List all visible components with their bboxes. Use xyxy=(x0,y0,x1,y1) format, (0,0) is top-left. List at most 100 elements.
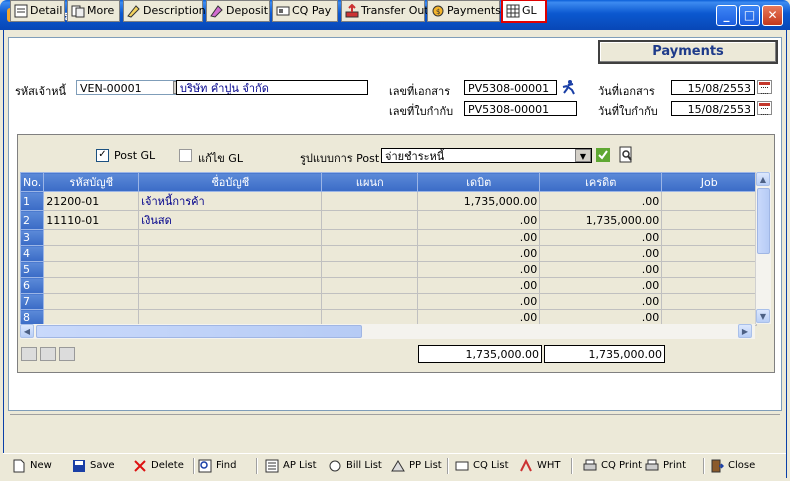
column-header[interactable]: ชื่อบัญชี xyxy=(138,172,323,192)
job-cell[interactable] xyxy=(661,245,758,262)
column-header[interactable]: รหัสบัญชี xyxy=(43,172,140,192)
debit-cell[interactable]: .00 xyxy=(417,245,541,262)
close-window-button[interactable]: ✕ xyxy=(762,5,783,26)
grid-vertical-scrollbar[interactable]: ▲ ▼ xyxy=(755,172,771,324)
column-header[interactable]: Job xyxy=(661,172,758,192)
new-button[interactable]: New xyxy=(12,458,52,474)
account-name-cell[interactable]: เงินสด xyxy=(138,210,323,230)
post-format-select[interactable]: จ่ายชำระหนี้ xyxy=(381,148,592,163)
debit-cell[interactable]: .00 xyxy=(417,229,541,246)
receipt-date-field[interactable]: 15/08/2553 xyxy=(671,101,755,116)
credit-cell[interactable]: .00 xyxy=(539,191,663,211)
account-name-cell[interactable]: เจ้าหนี้การค้า xyxy=(138,191,323,211)
calendar-icon[interactable] xyxy=(757,101,772,115)
credit-cell[interactable]: .00 xyxy=(539,261,663,278)
job-cell[interactable] xyxy=(661,229,758,246)
table-row[interactable]: 4 .00.00 xyxy=(19,245,758,262)
job-cell[interactable] xyxy=(661,261,758,278)
tab-payments[interactable]: $ Payments xyxy=(427,0,501,22)
credit-cell[interactable]: .00 xyxy=(539,229,663,246)
account-code-cell[interactable]: 21200-01 xyxy=(43,191,140,211)
account-code-cell[interactable]: 11110-01 xyxy=(43,210,140,230)
cq-print-button[interactable]: CQ Print xyxy=(583,458,642,474)
table-row[interactable]: 1 21200-01 เจ้าหนี้การค้า 1,735,000.00.00 xyxy=(19,191,758,211)
job-cell[interactable] xyxy=(661,293,758,310)
print-preview-icon[interactable] xyxy=(618,146,634,163)
column-header[interactable]: แผนก xyxy=(321,172,419,192)
tab-transfer-out[interactable]: Transfer Out xyxy=(341,0,429,22)
cq-list-button[interactable]: CQ List xyxy=(455,458,509,474)
account-name-cell[interactable] xyxy=(138,229,323,246)
doc-date-field[interactable]: 15/08/2553 xyxy=(671,80,755,95)
insert-row-icon[interactable] xyxy=(21,347,37,361)
job-cell[interactable] xyxy=(661,191,758,211)
print-button[interactable]: Print xyxy=(645,458,686,474)
calendar-icon[interactable] xyxy=(757,80,772,94)
debit-cell[interactable]: .00 xyxy=(417,293,541,310)
row-number-cell[interactable]: 2 xyxy=(19,210,45,230)
job-cell[interactable] xyxy=(661,277,758,294)
scroll-thumb[interactable] xyxy=(36,325,362,338)
post-gl-checkbox[interactable]: ✓ xyxy=(96,149,109,162)
account-name-cell[interactable] xyxy=(138,293,323,310)
column-header[interactable]: เครดิต xyxy=(539,172,663,192)
close-button[interactable]: Close xyxy=(710,458,755,474)
find-button[interactable]: Find xyxy=(198,458,237,474)
scroll-up-icon[interactable]: ▲ xyxy=(756,172,770,186)
table-row[interactable]: 6 .00.00 xyxy=(19,277,758,294)
scroll-right-icon[interactable]: ▶ xyxy=(738,324,752,338)
row-number-cell[interactable]: 1 xyxy=(19,191,45,211)
account-code-cell[interactable] xyxy=(43,245,140,262)
minimize-button[interactable]: _ xyxy=(716,5,737,26)
department-cell[interactable] xyxy=(321,210,419,230)
account-code-cell[interactable] xyxy=(43,261,140,278)
credit-cell[interactable]: 1,735,000.00 xyxy=(539,210,663,230)
department-cell[interactable] xyxy=(321,229,419,246)
tab-detail[interactable]: Detail xyxy=(10,0,65,22)
account-name-cell[interactable] xyxy=(138,261,323,278)
account-code-cell[interactable] xyxy=(43,277,140,294)
pp-list-button[interactable]: PP List xyxy=(391,458,442,474)
credit-cell[interactable]: .00 xyxy=(539,245,663,262)
debit-cell[interactable]: .00 xyxy=(417,261,541,278)
receipt-no-field[interactable]: PV5308-00001 xyxy=(464,101,577,116)
account-code-cell[interactable] xyxy=(43,293,140,310)
debit-cell[interactable]: 1,735,000.00 xyxy=(417,191,541,211)
delete-row-icon[interactable] xyxy=(40,347,56,361)
credit-cell[interactable]: .00 xyxy=(539,293,663,310)
tab-cq-pay[interactable]: CQ Pay xyxy=(272,0,338,22)
row-number-cell[interactable]: 6 xyxy=(19,277,45,294)
department-cell[interactable] xyxy=(321,191,419,211)
gl-grid[interactable]: No. รหัสบัญชี ชื่อบัญชี แผนก เดบิต เครดิ… xyxy=(19,172,758,326)
account-code-cell[interactable] xyxy=(43,229,140,246)
table-row[interactable]: 5 .00.00 xyxy=(19,261,758,278)
debit-cell[interactable]: .00 xyxy=(417,277,541,294)
scroll-left-icon[interactable]: ◀ xyxy=(20,324,34,338)
scroll-down-icon[interactable]: ▼ xyxy=(756,309,770,323)
doc-no-field[interactable]: PV5308-00001 xyxy=(464,80,557,95)
column-header[interactable]: No. xyxy=(19,172,45,192)
ap-list-button[interactable]: AP List xyxy=(265,458,317,474)
column-header[interactable]: เดบิต xyxy=(417,172,541,192)
department-cell[interactable] xyxy=(321,245,419,262)
delete-button[interactable]: Delete xyxy=(133,458,184,474)
tab-description[interactable]: Description xyxy=(123,0,206,22)
department-cell[interactable] xyxy=(321,277,419,294)
tab-deposit[interactable]: Deposit xyxy=(206,0,270,22)
bill-list-button[interactable]: Bill List xyxy=(328,458,382,474)
scroll-thumb[interactable] xyxy=(757,188,770,254)
refresh-gl-icon[interactable] xyxy=(595,147,611,163)
tab-more[interactable]: More xyxy=(67,0,120,22)
row-number-cell[interactable]: 7 xyxy=(19,293,45,310)
post-format-dropdown-button[interactable]: ▼ xyxy=(575,149,591,162)
clear-row-icon[interactable] xyxy=(59,347,75,361)
row-number-cell[interactable]: 4 xyxy=(19,245,45,262)
row-number-cell[interactable]: 5 xyxy=(19,261,45,278)
table-row[interactable]: 7 .00.00 xyxy=(19,293,758,310)
account-name-cell[interactable] xyxy=(138,277,323,294)
job-cell[interactable] xyxy=(661,210,758,230)
grid-horizontal-scrollbar[interactable]: ◀ ▶ xyxy=(20,324,755,339)
edit-gl-checkbox[interactable] xyxy=(179,149,192,162)
wht-button[interactable]: WHT xyxy=(519,458,561,474)
table-row[interactable]: 2 11110-01 เงินสด .00 1,735,000.00 xyxy=(19,210,758,230)
